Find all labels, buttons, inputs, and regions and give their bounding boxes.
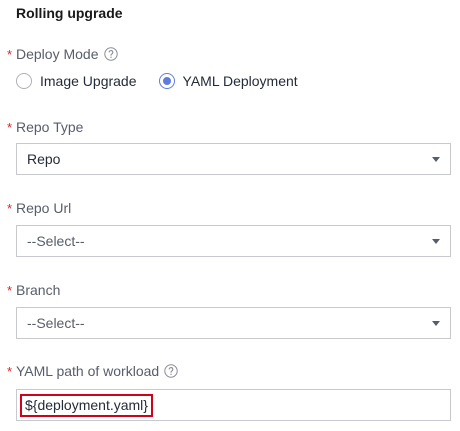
repo-type-label-row: * Repo Type — [7, 118, 84, 136]
branch-select[interactable]: --Select-- — [16, 307, 451, 339]
deploy-mode-label: Deploy Mode — [16, 45, 99, 62]
caret-down-icon — [432, 239, 440, 244]
required-marker: * — [7, 120, 13, 135]
radio-label-image-upgrade: Image Upgrade — [40, 73, 137, 89]
radio-label-yaml-deployment: YAML Deployment — [182, 73, 298, 89]
yaml-path-label-row: * YAML path of workload — [7, 362, 178, 379]
yaml-path-value: ${deployment.yaml} — [20, 394, 153, 417]
caret-down-icon — [432, 157, 440, 162]
radio-button-checked[interactable] — [158, 73, 175, 89]
repo-url-value: --Select-- — [27, 233, 85, 249]
repo-type-value: Repo — [27, 151, 61, 167]
yaml-path-input[interactable]: ${deployment.yaml} — [16, 389, 451, 421]
branch-value: --Select-- — [27, 315, 85, 331]
yaml-path-label: YAML path of workload — [16, 362, 160, 379]
required-marker: * — [7, 47, 13, 62]
radio-image-upgrade[interactable]: Image Upgrade — [16, 73, 137, 89]
repo-url-label-row: * Repo Url — [7, 199, 72, 217]
help-icon[interactable] — [164, 363, 178, 378]
repo-type-select[interactable]: Repo — [16, 143, 451, 175]
radio-button[interactable] — [16, 73, 32, 89]
repo-type-label: Repo Type — [16, 118, 84, 135]
help-icon[interactable] — [103, 46, 118, 61]
required-marker: * — [7, 364, 13, 379]
radio-yaml-deployment[interactable]: YAML Deployment — [158, 73, 298, 89]
section-title: Rolling upgrade — [16, 5, 123, 21]
repo-url-select[interactable]: --Select-- — [16, 225, 451, 257]
required-marker: * — [7, 201, 13, 216]
deploy-mode-radio-group: Image Upgrade YAML Deployment — [16, 73, 320, 89]
repo-url-label: Repo Url — [16, 199, 72, 216]
caret-down-icon — [432, 321, 440, 326]
branch-label: Branch — [16, 281, 61, 298]
branch-label-row: * Branch — [7, 281, 61, 299]
deploy-mode-label-row: * Deploy Mode — [7, 45, 118, 62]
required-marker: * — [7, 283, 13, 298]
